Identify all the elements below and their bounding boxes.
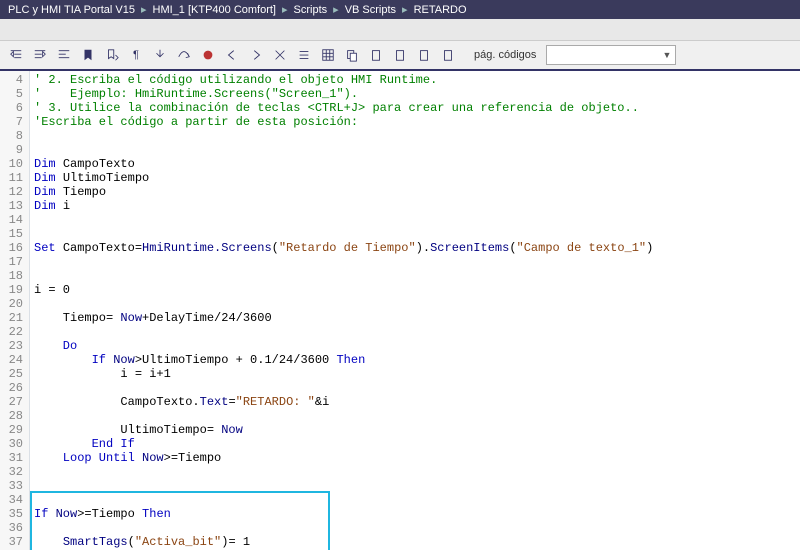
code-line[interactable]: i = 0 (34, 283, 800, 297)
code-line[interactable]: UltimoTiempo= Now (34, 423, 800, 437)
breadcrumb-item[interactable]: RETARDO (414, 4, 467, 16)
breakpoint-icon[interactable] (198, 45, 218, 65)
code-line[interactable]: Dim UltimoTiempo (34, 171, 800, 185)
code-line[interactable]: CampoTexto.Text="RETARDO: "&i (34, 395, 800, 409)
next-bp-icon[interactable] (246, 45, 266, 65)
code-lines[interactable]: ' 2. Escriba el código utilizando el obj… (30, 71, 800, 550)
copy-icon[interactable] (342, 45, 362, 65)
code-line[interactable] (34, 213, 800, 227)
code-line[interactable] (34, 465, 800, 479)
code-line[interactable]: ' 2. Escriba el código utilizando el obj… (34, 73, 800, 87)
codepage-label: pág. códigos (474, 49, 536, 61)
code-line[interactable]: 'Escriba el código a partir de esta posi… (34, 115, 800, 129)
code-line[interactable] (34, 493, 800, 507)
line-number-gutter: 4567891011121314151617181920212223242526… (0, 71, 30, 550)
code-line[interactable]: Dim Tiempo (34, 185, 800, 199)
codepage-dropdown[interactable]: ▼ (546, 45, 676, 65)
code-line[interactable]: ' Ejemplo: HmiRuntime.Screens("Screen_1"… (34, 87, 800, 101)
code-line[interactable] (34, 129, 800, 143)
step-over-icon[interactable] (174, 45, 194, 65)
code-line[interactable]: Tiempo= Now+DelayTime/24/3600 (34, 311, 800, 325)
paste-2-icon[interactable] (390, 45, 410, 65)
align-left-icon[interactable] (54, 45, 74, 65)
indent-icon[interactable] (30, 45, 50, 65)
paste-1-icon[interactable] (366, 45, 386, 65)
code-line[interactable]: If Now>UltimoTiempo + 0.1/24/3600 Then (34, 353, 800, 367)
code-line[interactable]: Dim CampoTexto (34, 157, 800, 171)
code-line[interactable] (34, 521, 800, 535)
breadcrumb-item[interactable]: Scripts (294, 4, 328, 16)
editor-toolbar: ¶ pág. códigos ▼ (0, 41, 800, 71)
code-line[interactable] (34, 297, 800, 311)
next-bookmark-icon[interactable] (102, 45, 122, 65)
chevron-down-icon: ▼ (662, 50, 671, 60)
pipe-icon[interactable]: ¶ (126, 45, 146, 65)
outdent-icon[interactable] (6, 45, 26, 65)
code-line[interactable]: Do (34, 339, 800, 353)
step-into-icon[interactable] (150, 45, 170, 65)
code-line[interactable] (34, 143, 800, 157)
grid-icon[interactable] (318, 45, 338, 65)
code-line[interactable] (34, 325, 800, 339)
code-line[interactable] (34, 227, 800, 241)
tab-strip (0, 19, 800, 41)
prev-bp-icon[interactable] (222, 45, 242, 65)
code-line[interactable]: Set CampoTexto=HmiRuntime.Screens("Retar… (34, 241, 800, 255)
breadcrumb: PLC y HMI TIA Portal V15▸HMI_1 [KTP400 C… (0, 0, 800, 19)
breadcrumb-item[interactable]: PLC y HMI TIA Portal V15 (8, 4, 135, 16)
code-line[interactable] (34, 409, 800, 423)
code-line[interactable]: i = i+1 (34, 367, 800, 381)
code-line[interactable] (34, 255, 800, 269)
code-line[interactable] (34, 381, 800, 395)
code-line[interactable]: Loop Until Now>=Tiempo (34, 451, 800, 465)
code-editor[interactable]: 4567891011121314151617181920212223242526… (0, 71, 800, 550)
code-line[interactable]: If Now>=Tiempo Then (34, 507, 800, 521)
code-line[interactable] (34, 479, 800, 493)
code-line[interactable]: End If (34, 437, 800, 451)
paste-4-icon[interactable] (438, 45, 458, 65)
list-icon[interactable] (294, 45, 314, 65)
clear-bp-icon[interactable] (270, 45, 290, 65)
paste-3-icon[interactable] (414, 45, 434, 65)
bookmark-icon[interactable] (78, 45, 98, 65)
code-line[interactable]: Dim i (34, 199, 800, 213)
breadcrumb-item[interactable]: HMI_1 [KTP400 Comfort] (153, 4, 277, 16)
code-line[interactable]: ' 3. Utilice la combinación de teclas <C… (34, 101, 800, 115)
breadcrumb-item[interactable]: VB Scripts (345, 4, 396, 16)
code-line[interactable]: SmartTags("Activa_bit")= 1 (34, 535, 800, 549)
code-line[interactable] (34, 269, 800, 283)
